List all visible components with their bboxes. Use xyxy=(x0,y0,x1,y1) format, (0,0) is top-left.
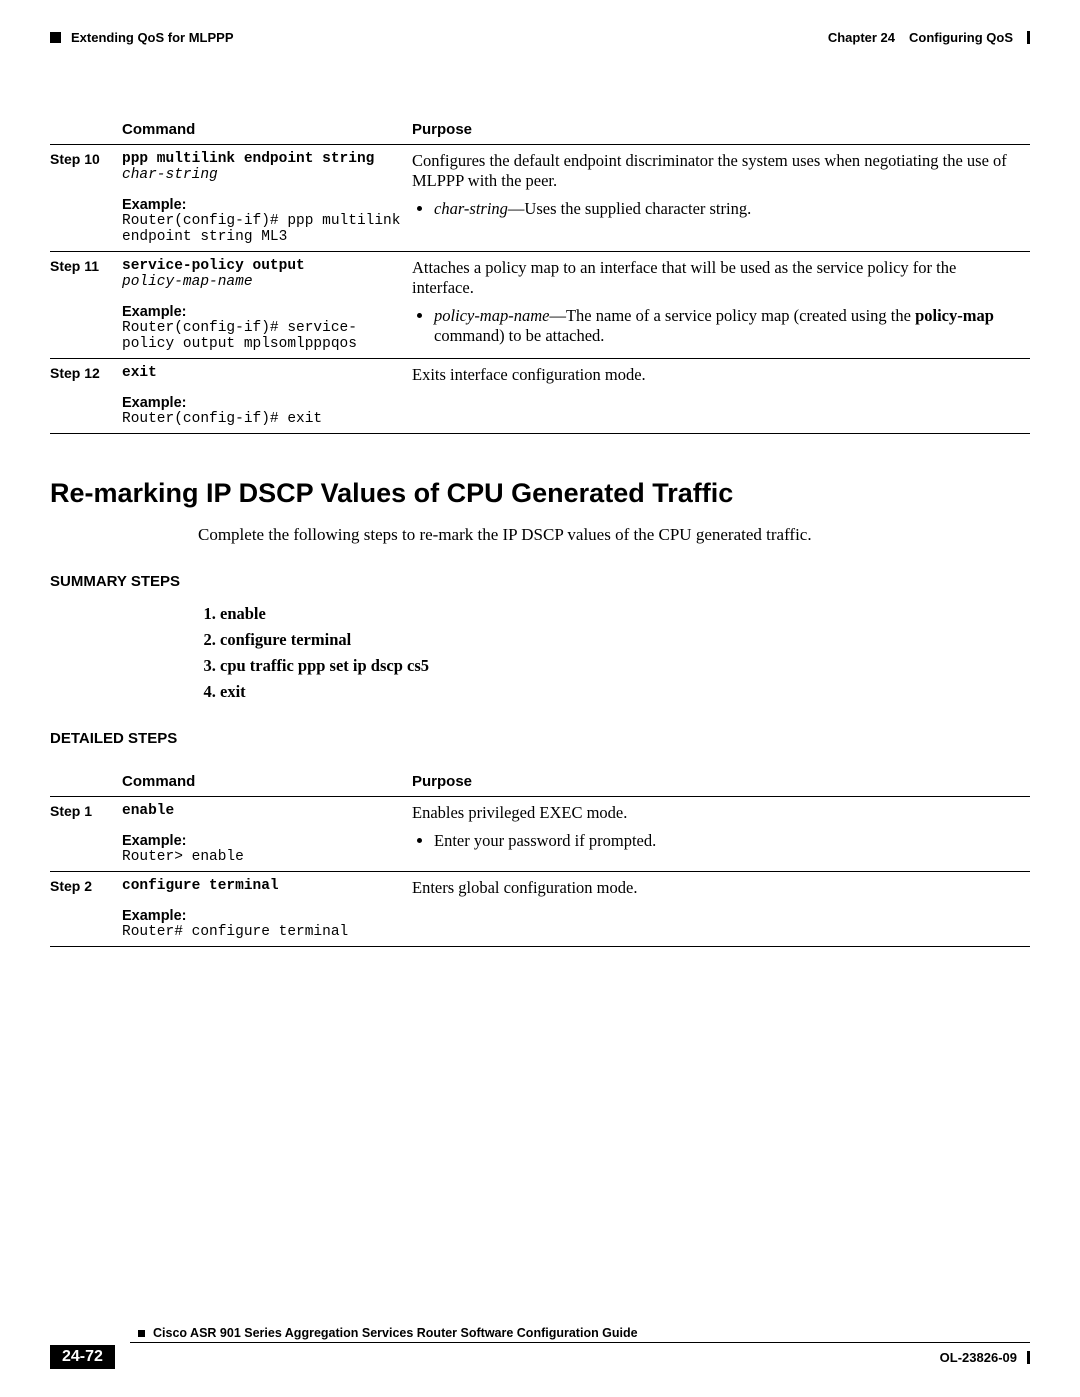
purpose-text: Attaches a policy map to an interface th… xyxy=(412,258,1022,298)
chapter-title: Configuring QoS xyxy=(909,30,1013,45)
square-icon xyxy=(50,32,61,43)
example-label: Example: xyxy=(122,908,404,924)
purpose-bullet: char-string—Uses the supplied character … xyxy=(434,199,1022,219)
page-number-badge: 24-72 xyxy=(50,1345,115,1369)
table-row: Step 11 service-policy output policy-map… xyxy=(50,252,1030,359)
list-item: enable xyxy=(220,604,1030,624)
vbar-icon xyxy=(1027,1351,1030,1364)
vbar-icon xyxy=(1027,31,1030,44)
command-table-1: Command Purpose Step 10 ppp multilink en… xyxy=(50,115,1030,434)
footer-guide-title: Cisco ASR 901 Series Aggregation Service… xyxy=(138,1326,1030,1340)
purpose-bullet: Enter your password if prompted. xyxy=(434,831,1022,851)
intro-text: Complete the following steps to re-mark … xyxy=(198,525,1030,545)
page-footer: Cisco ASR 901 Series Aggregation Service… xyxy=(50,1326,1030,1369)
table-row: Step 1 enable Example: Router> enable En… xyxy=(50,797,1030,872)
step-label: Step 12 xyxy=(50,359,122,434)
purpose-text: Enters global configuration mode. xyxy=(412,878,1022,898)
command-table-2: Command Purpose Step 1 enable Example: R… xyxy=(50,767,1030,947)
purpose-bullet: policy-map-name—The name of a service po… xyxy=(434,306,1022,346)
example-label: Example: xyxy=(122,395,404,411)
th-purpose: Purpose xyxy=(412,767,1030,797)
list-item: cpu traffic ppp set ip dscp cs5 xyxy=(220,656,1030,676)
summary-steps-heading: SUMMARY STEPS xyxy=(50,573,1030,590)
header-left: Extending QoS for MLPPP xyxy=(50,30,234,45)
step-label: Step 2 xyxy=(50,872,122,947)
example-label: Example: xyxy=(122,304,404,320)
example-text: Router(config-if)# ppp multilink endpoin… xyxy=(122,213,404,245)
example-text: Router(config-if)# exit xyxy=(122,411,404,427)
purpose-text: Exits interface configuration mode. xyxy=(412,365,1022,385)
command-text: configure terminal xyxy=(122,878,404,894)
list-item: configure terminal xyxy=(220,630,1030,650)
step-label: Step 1 xyxy=(50,797,122,872)
command-text: ppp multilink endpoint string xyxy=(122,151,404,167)
square-icon xyxy=(138,1330,145,1337)
th-command: Command xyxy=(122,115,412,145)
step-label: Step 11 xyxy=(50,252,122,359)
example-label: Example: xyxy=(122,833,404,849)
th-command: Command xyxy=(122,767,412,797)
detailed-steps-heading: DETAILED STEPS xyxy=(50,730,1030,747)
table-row: Step 2 configure terminal Example: Route… xyxy=(50,872,1030,947)
section-heading: Re-marking IP DSCP Values of CPU Generat… xyxy=(50,478,1030,509)
purpose-text: Enables privileged EXEC mode. xyxy=(412,803,1022,823)
command-text: exit xyxy=(122,365,404,381)
summary-steps-list: enable configure terminal cpu traffic pp… xyxy=(220,604,1030,702)
header-section: Extending QoS for MLPPP xyxy=(71,30,234,45)
page-header: Extending QoS for MLPPP Chapter 24 Confi… xyxy=(50,30,1030,45)
command-arg: char-string xyxy=(122,167,404,183)
example-text: Router> enable xyxy=(122,849,404,865)
table-row: Step 10 ppp multilink endpoint string ch… xyxy=(50,145,1030,252)
header-right: Chapter 24 Configuring QoS xyxy=(828,30,1030,45)
list-item: exit xyxy=(220,682,1030,702)
command-text: service-policy output xyxy=(122,258,404,274)
command-text: enable xyxy=(122,803,404,819)
chapter-label: Chapter 24 xyxy=(828,30,895,45)
example-text: Router(config-if)# service-policy output… xyxy=(122,320,404,352)
example-text: Router# configure terminal xyxy=(122,924,404,940)
command-arg: policy-map-name xyxy=(122,274,404,290)
th-purpose: Purpose xyxy=(412,115,1030,145)
step-label: Step 10 xyxy=(50,145,122,252)
doc-number: OL-23826-09 xyxy=(940,1350,1030,1365)
example-label: Example: xyxy=(122,197,404,213)
purpose-text: Configures the default endpoint discrimi… xyxy=(412,151,1022,191)
table-row: Step 12 exit Example: Router(config-if)#… xyxy=(50,359,1030,434)
